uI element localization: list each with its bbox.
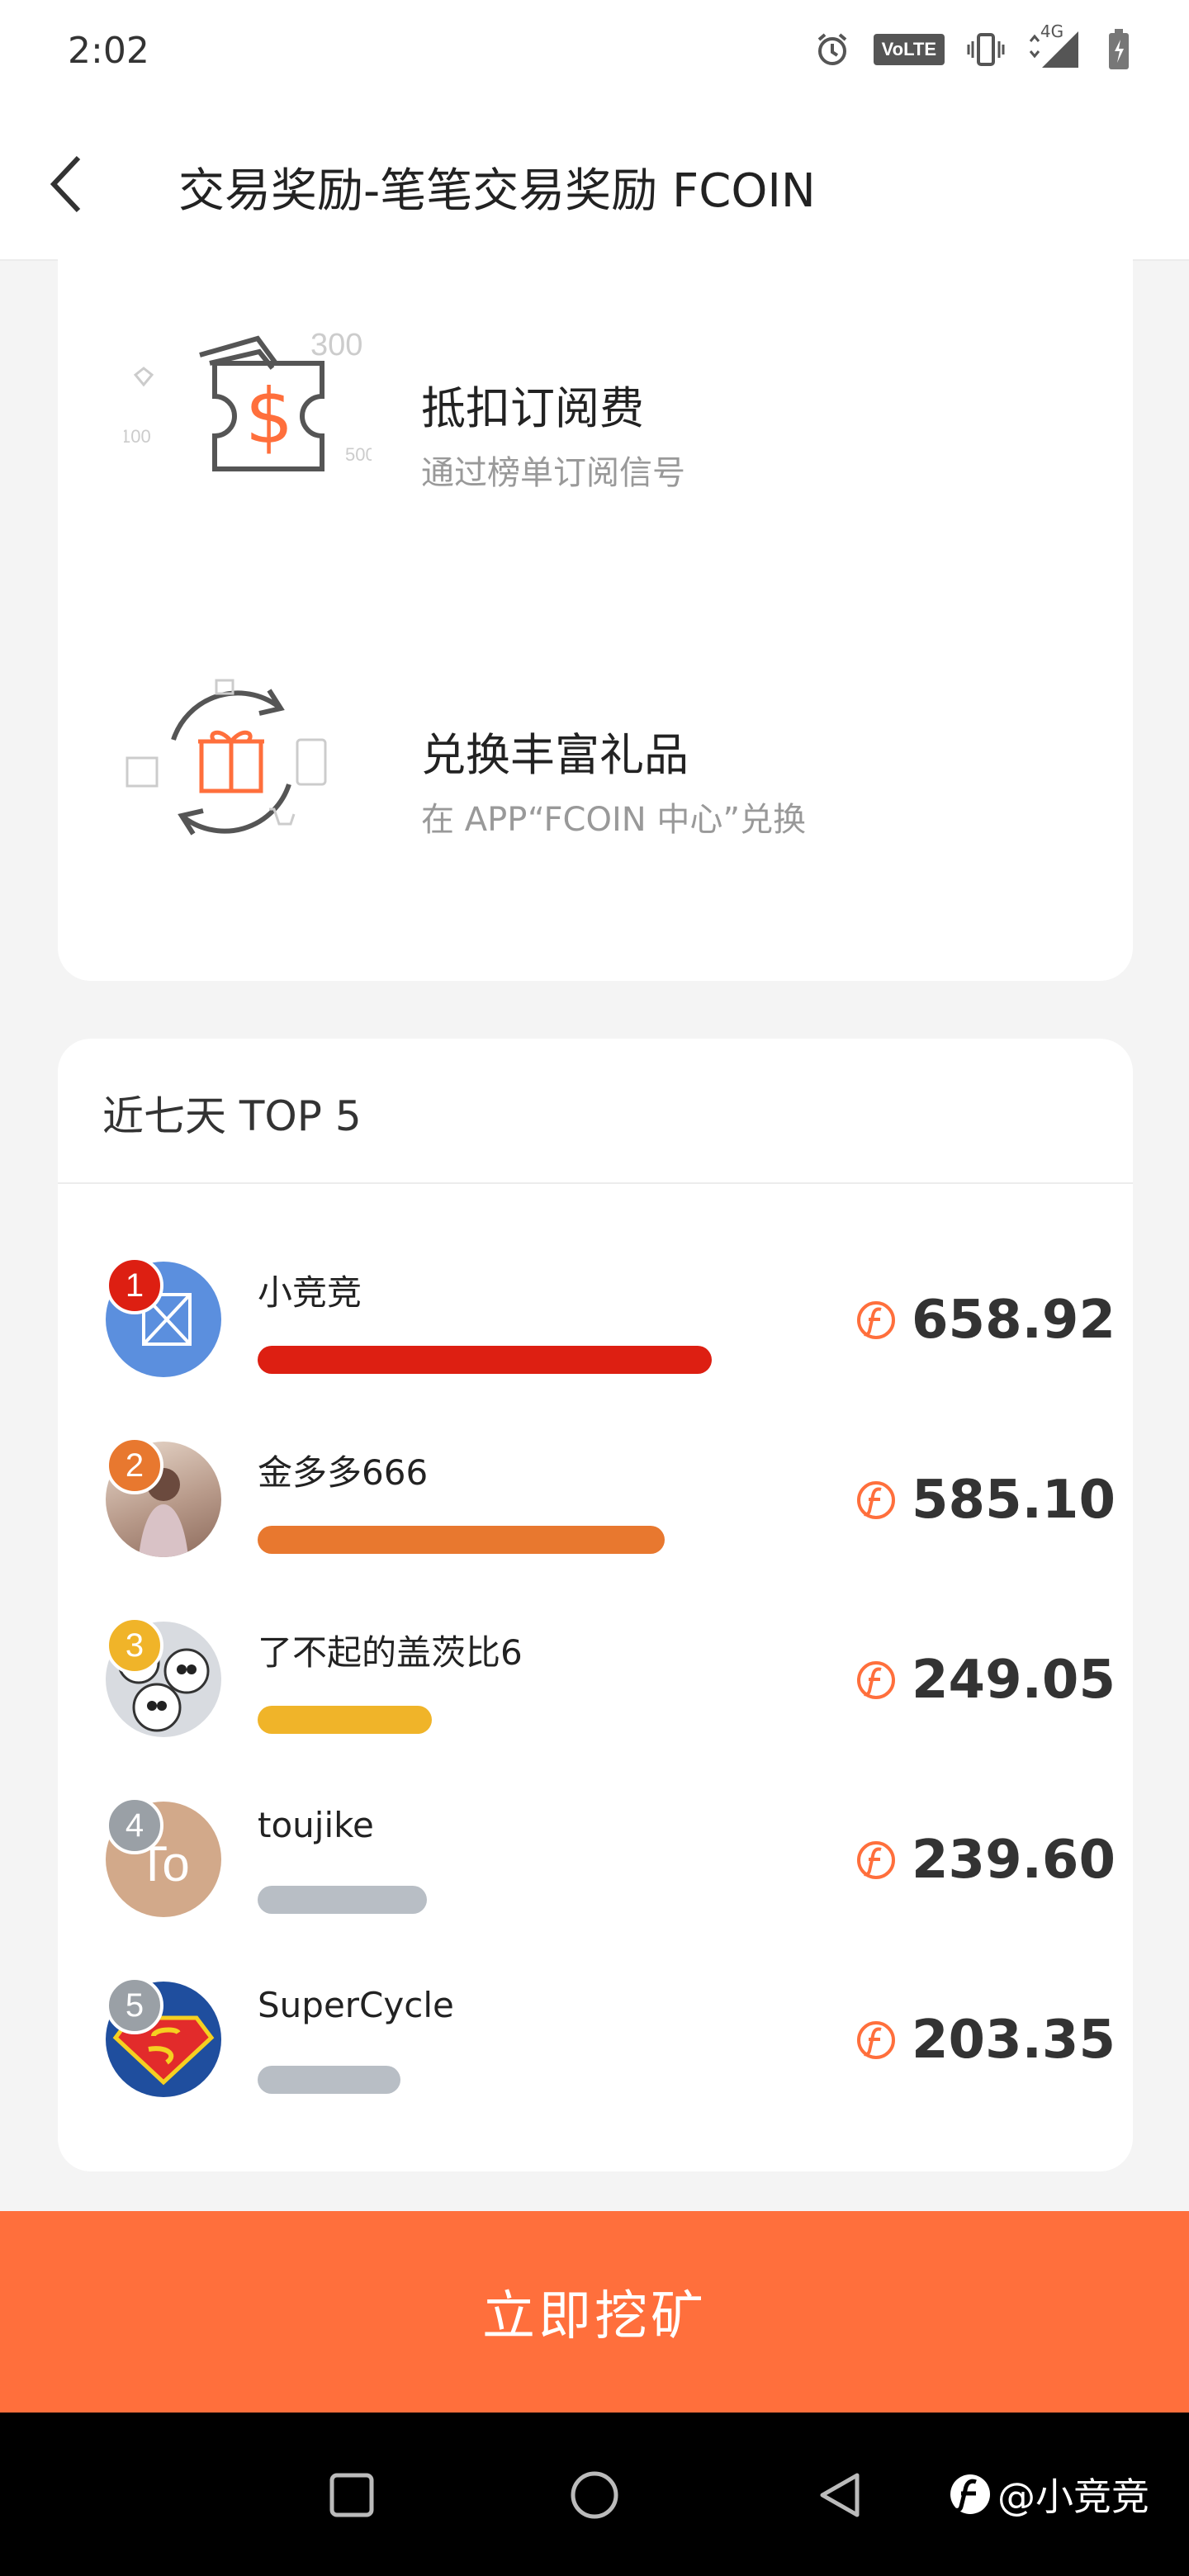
fcoin-icon bbox=[857, 1841, 895, 1879]
start-mining-button[interactable]: 立即挖矿 bbox=[0, 2211, 1189, 2413]
circle-icon bbox=[571, 2471, 618, 2519]
fcoin-icon bbox=[857, 2021, 895, 2059]
status-icons: VoLTE 4G bbox=[812, 21, 1131, 71]
square-icon bbox=[329, 2473, 374, 2517]
back-nav-button[interactable] bbox=[808, 2462, 874, 2528]
user-name: SuperCycle bbox=[258, 1985, 454, 2025]
fcoin-icon bbox=[857, 1301, 895, 1339]
alarm-icon bbox=[812, 30, 852, 69]
start-mining-label: 立即挖矿 bbox=[482, 2286, 707, 2347]
rank-badge: 5 bbox=[106, 1977, 163, 2034]
home-button[interactable] bbox=[561, 2462, 628, 2528]
system-nav-bar: @小竞竞 bbox=[0, 2413, 1189, 2576]
leaderboard-row[interactable]: 5 SuperCycle 203.35 bbox=[58, 1977, 1133, 2130]
app-header: 交易奖励-笔笔交易奖励 FCOIN bbox=[0, 106, 1189, 261]
user-name: 小竞竞 bbox=[258, 1272, 362, 1313]
rank-badge: 2 bbox=[106, 1437, 163, 1494]
fcoin-icon bbox=[857, 1661, 895, 1699]
benefit-desc: 通过榜单订阅信号 bbox=[421, 454, 685, 492]
watermark: @小竞竞 bbox=[948, 2467, 1149, 2522]
rank-badge: 1 bbox=[106, 1257, 163, 1314]
score-bar bbox=[258, 2066, 400, 2094]
benefits-card: $ 300 100 500 抵扣订阅费 通过榜单订阅信号 兑换丰富礼品 在 AP… bbox=[58, 248, 1133, 981]
svg-text:$: $ bbox=[245, 372, 294, 461]
recents-button[interactable] bbox=[319, 2462, 385, 2528]
benefit-item-gift: 兑换丰富礼品 在 APP“FCOIN 中心”兑换 bbox=[58, 661, 1133, 958]
score-bar bbox=[258, 1886, 427, 1914]
benefit-title: 抵扣订阅费 bbox=[421, 382, 644, 434]
status-bar: 2:02 VoLTE 4G bbox=[0, 0, 1189, 106]
volte-icon: VoLTE bbox=[873, 34, 945, 65]
battery-icon bbox=[1106, 28, 1131, 71]
leaderboard-card: 近七天 TOP 5 1 小竞竞 658.92 2 金多多666 585.10 3… bbox=[58, 1039, 1133, 2171]
score-value: 249.05 bbox=[912, 1650, 1116, 1711]
page-title: 交易奖励-笔笔交易奖励 FCOIN bbox=[178, 164, 816, 218]
rank-badge: 4 bbox=[106, 1797, 163, 1854]
score-value: 203.35 bbox=[912, 2010, 1116, 2071]
leaderboard-row[interactable]: 1 小竞竞 658.92 bbox=[58, 1257, 1133, 1410]
leaderboard-title: 近七天 TOP 5 bbox=[102, 1092, 362, 1140]
user-name: 金多多666 bbox=[258, 1452, 429, 1493]
voucher-tag-300: 300 bbox=[310, 328, 362, 362]
network-label: 4G bbox=[1040, 21, 1064, 41]
score-value: 585.10 bbox=[912, 1470, 1116, 1531]
benefit-item-deduct: $ 300 100 500 抵扣订阅费 通过榜单订阅信号 bbox=[58, 314, 1133, 611]
score-value: 658.92 bbox=[912, 1290, 1116, 1351]
score-bar bbox=[258, 1526, 665, 1554]
triangle-back-icon bbox=[820, 2473, 860, 2517]
score-value: 239.60 bbox=[912, 1830, 1116, 1891]
vibrate-icon bbox=[966, 30, 1006, 69]
user-name: toujike bbox=[258, 1805, 374, 1845]
leaderboard-row[interactable]: To 4 toujike 239.60 bbox=[58, 1797, 1133, 1950]
signal-icon: 4G bbox=[1027, 21, 1085, 71]
voucher-tag-500: 500 bbox=[345, 444, 372, 465]
benefit-title: 兑换丰富礼品 bbox=[421, 729, 689, 781]
rank-badge: 3 bbox=[106, 1617, 163, 1674]
divider bbox=[58, 1182, 1133, 1184]
voucher-illustration: $ 300 100 500 bbox=[121, 314, 376, 528]
score-bar bbox=[258, 1706, 432, 1734]
benefit-desc: 在 APP“FCOIN 中心”兑换 bbox=[421, 801, 807, 839]
status-time: 2:02 bbox=[68, 30, 149, 72]
fcoin-icon bbox=[857, 1481, 895, 1519]
score-bar bbox=[258, 1346, 712, 1374]
voucher-tag-100: 100 bbox=[124, 426, 151, 447]
gift-exchange-illustration bbox=[124, 661, 372, 875]
watermark-text: @小竞竞 bbox=[997, 2474, 1149, 2519]
leaderboard-row[interactable]: 2 金多多666 585.10 bbox=[58, 1437, 1133, 1590]
user-name: 了不起的盖茨比6 bbox=[258, 1632, 523, 1673]
weibo-logo-icon bbox=[950, 2474, 990, 2514]
chevron-left-icon bbox=[50, 155, 81, 213]
back-button[interactable] bbox=[33, 147, 99, 221]
leaderboard-row[interactable]: 3 了不起的盖茨比6 249.05 bbox=[58, 1617, 1133, 1770]
